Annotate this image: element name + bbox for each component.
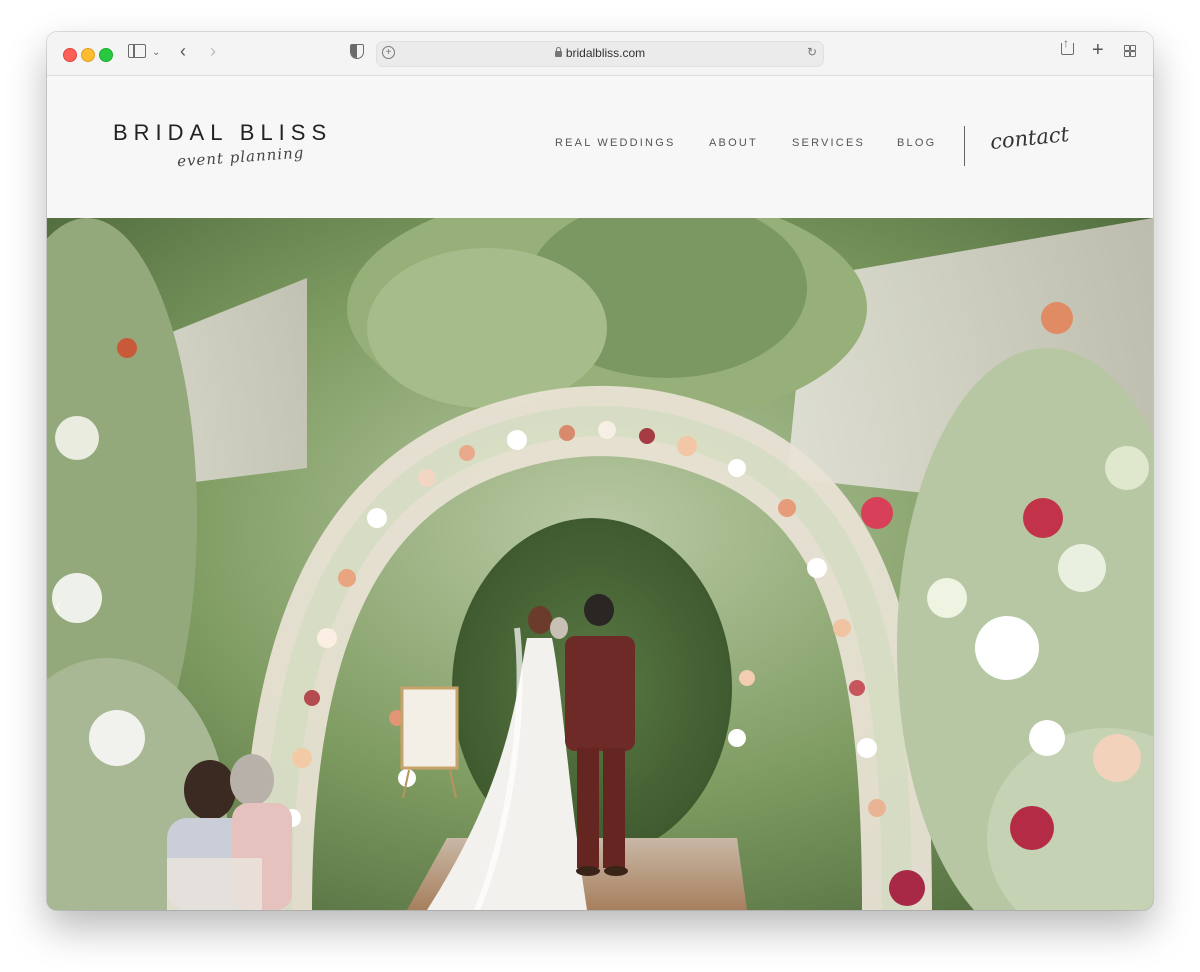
sidebar-icon[interactable] (128, 44, 146, 58)
nav-blog[interactable]: BLOG (897, 137, 936, 149)
share-icon[interactable] (1061, 33, 1074, 55)
site-header: BRIDAL BLISS event planning REAL WEDDING… (47, 76, 1153, 218)
back-icon[interactable]: ‹ (180, 41, 186, 61)
nav-contact[interactable]: contact (989, 122, 1070, 154)
zoom-window-button[interactable] (99, 48, 113, 62)
browser-toolbar: ⌄ ‹ › + bridalbliss.com ↻ + (47, 32, 1153, 76)
reload-icon[interactable]: ↻ (807, 45, 817, 59)
tab-overview-icon[interactable] (1124, 45, 1136, 57)
logo-title[interactable]: BRIDAL BLISS (113, 120, 332, 146)
address-bar[interactable]: + bridalbliss.com ↻ (376, 41, 824, 67)
chevron-left-icon[interactable]: ‹ (55, 596, 61, 617)
browser-window: ⌄ ‹ › + bridalbliss.com ↻ + BRIDAL BLISS… (47, 32, 1153, 910)
nav-real-weddings[interactable]: REAL WEDDINGS (555, 137, 675, 149)
forward-icon[interactable]: › (210, 41, 216, 61)
nav-divider (964, 126, 965, 166)
new-tab-icon[interactable]: + (1092, 40, 1104, 60)
url-text: bridalbliss.com (565, 46, 646, 60)
nav-about[interactable]: ABOUT (709, 137, 758, 149)
logo-subtitle[interactable]: event planning (177, 144, 305, 171)
nav-services[interactable]: SERVICES (792, 137, 865, 149)
minimize-window-button[interactable] (81, 48, 95, 62)
close-window-button[interactable] (63, 48, 77, 62)
hero-image: ‹ (47, 218, 1153, 910)
chevron-down-icon[interactable]: ⌄ (152, 43, 160, 63)
shield-icon[interactable] (350, 44, 364, 59)
lock-icon (554, 47, 562, 57)
wedding-ceremony-photo (47, 218, 1153, 910)
